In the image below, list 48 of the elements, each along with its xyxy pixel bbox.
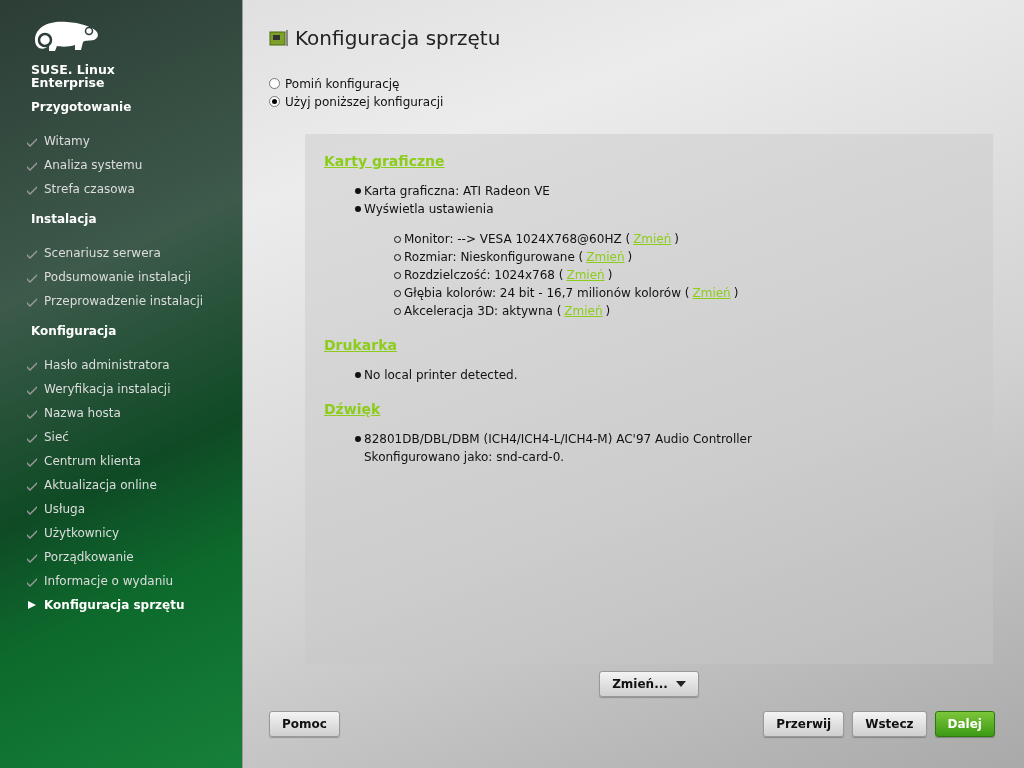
- section-heading: Dźwięk: [324, 400, 382, 418]
- detail-text: Karta graficzna: ATI Radeon VE: [364, 183, 550, 200]
- detail-text: Akceleracja 3D: aktywna (: [404, 303, 562, 320]
- sidebar-step: Hasło administratora: [44, 358, 170, 372]
- sidebar-section-title: Przygotowanie: [31, 99, 133, 115]
- sidebar-step: Witamy: [44, 134, 90, 148]
- sidebar-step: Weryfikacja instalacji: [44, 382, 171, 396]
- section-heading: Drukarka: [324, 336, 398, 354]
- sidebar-step: Centrum klienta: [44, 454, 141, 468]
- detail-text: Skonfigurowano jako: snd-card-0.: [363, 449, 566, 466]
- detail-text: Rozdzielczość: 1024x768 (: [404, 267, 564, 284]
- bullet-icon: [355, 188, 361, 194]
- detail-text: 82801DB/DBL/DBM (ICH4/ICH4-L/ICH4-M) AC'97 Audio Controller: [364, 431, 752, 448]
- detail-text: Rozmiar: Nieskonfigurowane (: [404, 249, 584, 266]
- dialog-button[interactable]: Przerwij: [763, 711, 845, 737]
- page-title: Konfiguracja sprzętu: [295, 26, 501, 50]
- sidebar-step: Analiza systemu: [44, 158, 143, 172]
- sidebar-step: Nazwa hosta: [44, 406, 121, 420]
- sidebar-step: Informacje o wydaniu: [44, 574, 174, 588]
- detail-text: Głębia kolorów: 24 bit - 16,7 milionów kolorów (: [404, 285, 690, 302]
- dialog-button[interactable]: Wstecz: [852, 711, 927, 737]
- dialog-button[interactable]: Pomoc: [269, 711, 340, 737]
- sidebar-step: Strefa czasowa: [44, 182, 135, 196]
- sidebar-step: Konfiguracja sprzętu: [44, 598, 185, 612]
- sidebar-step: Przeprowadzenie instalacji: [44, 294, 204, 308]
- product-logo-text: SUSE. Linux Enterprise: [31, 63, 116, 89]
- sidebar-step: Usługa: [44, 502, 86, 516]
- sidebar-section-title: Instalacja: [31, 211, 98, 227]
- detail-text: Wyświetla ustawienia: [364, 201, 494, 218]
- sidebar-step: Scenariusz serwera: [44, 246, 161, 260]
- sidebar-step: Sieć: [44, 430, 69, 444]
- sidebar-step: Podsumowanie instalacji: [44, 270, 192, 284]
- bullet-icon: [355, 436, 361, 442]
- circuit-board-icon: [269, 29, 289, 47]
- bullet-icon: [355, 206, 361, 212]
- sidebar-step: Porządkowanie: [44, 550, 134, 564]
- section-heading: Karty graficzne: [324, 152, 446, 170]
- detail-text: Monitor: --> VESA 1024X768@60HZ (: [404, 231, 631, 248]
- bullet-icon: [355, 372, 361, 378]
- sidebar-step: Użytkownicy: [44, 526, 120, 540]
- sidebar-step: Aktualizacja online: [44, 478, 157, 492]
- radio-option[interactable]: Użyj poniższej konfiguracji: [269, 94, 995, 109]
- change-menu-button[interactable]: Zmień...: [599, 671, 699, 697]
- summary-panel: Karty graficzne Karta graficzna: ATI Radeon VE Wyświetla ustawienia Monitor: --> VESA 1024X768@60HZ ( Zmień ) Rozmiar: Nieskonfigurowane ( Zmień ) Rozdzielczość: 1024x768 ( Zmień ) Głębia kolorów: 24 bit - 16,7 milionów kolorów ( Zmień ) Akceleracja 3D: aktywna ( Zmień ) Drukarka No local printer detected. Dźwięk 82801DB/DBL/DBM (ICH4/ICH4-L/ICH4-M) AC'97 Audio Controller Skonfigurowano jako: snd-card-0.: [305, 134, 993, 664]
- radio-option[interactable]: Pomiń konfigurację: [269, 76, 995, 91]
- detail-text: No local printer detected.: [364, 367, 518, 384]
- sidebar-section-title: Konfiguracja: [31, 323, 118, 339]
- dropdown-arrow-icon: [675, 681, 686, 687]
